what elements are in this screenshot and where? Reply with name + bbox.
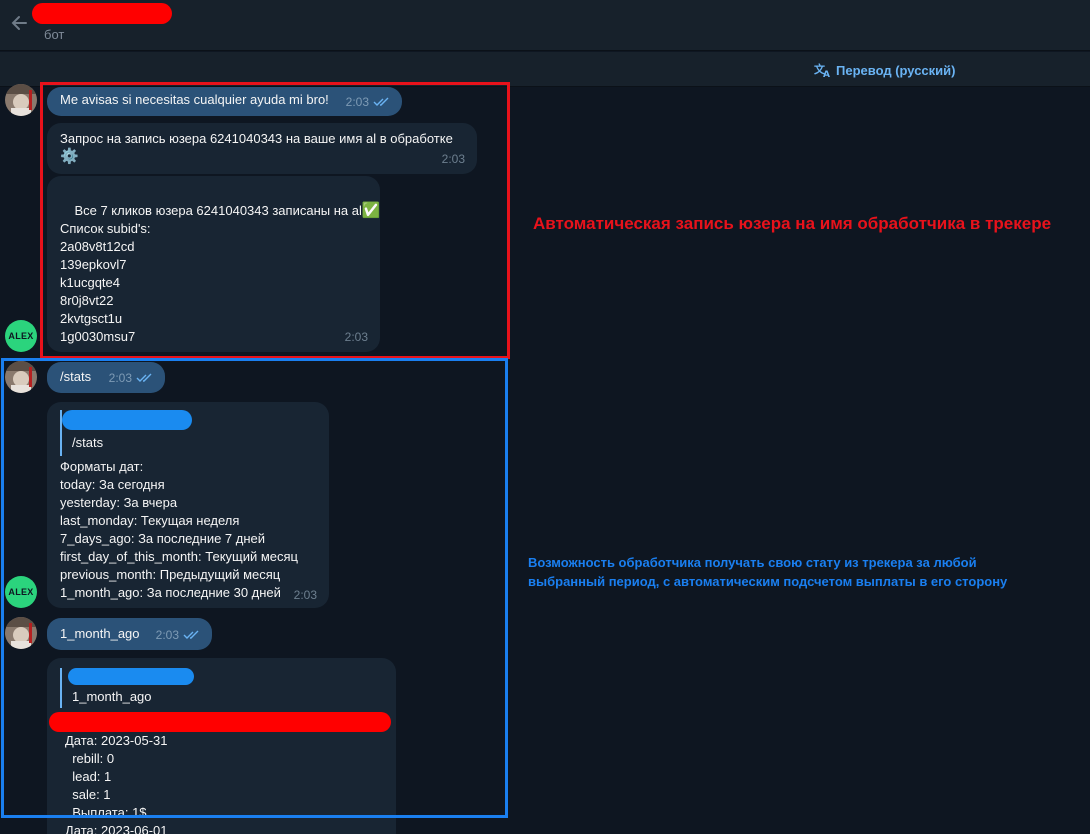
translate-button[interactable]: 文 A Перевод (русский) bbox=[814, 60, 955, 80]
bot-avatar[interactable]: ALEX bbox=[5, 320, 37, 352]
annotation-frame-red bbox=[40, 82, 510, 359]
user-avatar[interactable] bbox=[5, 84, 37, 116]
translate-label: Перевод (русский) bbox=[836, 62, 956, 78]
avatar-photo-icon bbox=[5, 84, 37, 116]
svg-text:A: A bbox=[823, 70, 830, 78]
chat-subtitle: бот bbox=[44, 27, 65, 42]
message-line: Дата: 2023-06-01 bbox=[65, 823, 168, 834]
annotation-blue-text: Возможность обработчика получать свою ст… bbox=[528, 555, 1008, 589]
redacted-chat-title bbox=[32, 3, 172, 24]
annotation-frame-blue bbox=[1, 358, 508, 818]
annotation-red-text: Автоматическая запись юзера на имя обраб… bbox=[533, 214, 1052, 233]
chat-header: бот bbox=[0, 0, 1090, 51]
translate-icon: 文 A bbox=[814, 62, 830, 78]
back-arrow-icon[interactable] bbox=[8, 12, 30, 34]
